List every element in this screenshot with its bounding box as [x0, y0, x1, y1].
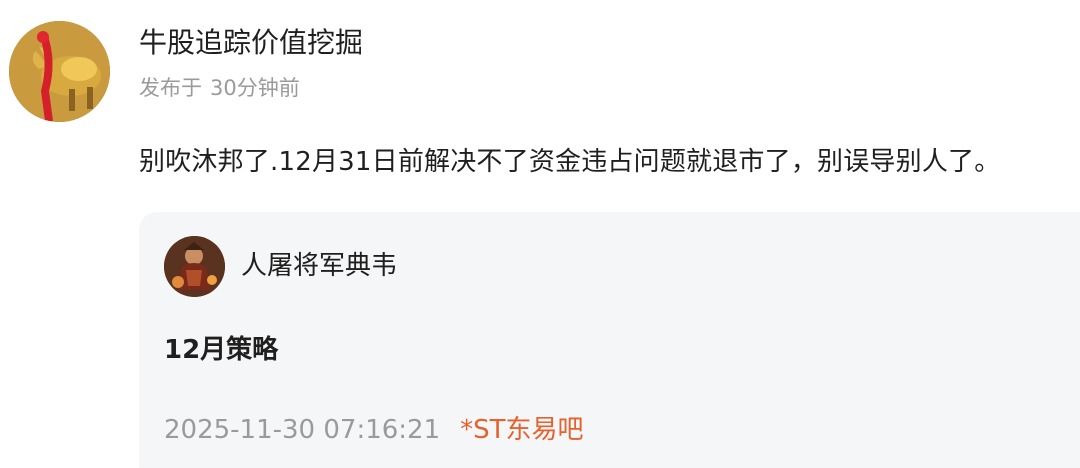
warrior-avatar-icon — [164, 236, 225, 297]
quoted-post-card[interactable]: 人屠将军典韦 12月策略 2025-11-30 07:16:21 *ST东易吧 — [139, 212, 1080, 468]
author-avatar[interactable] — [9, 21, 110, 122]
quoted-author-name[interactable]: 人屠将军典韦 — [241, 248, 397, 284]
golden-bull-avatar-icon — [9, 21, 110, 122]
author-name[interactable]: 牛股追踪价值挖掘 — [139, 24, 363, 62]
quoted-author-avatar[interactable] — [164, 236, 225, 297]
quoted-post-datetime: 2025-11-30 07:16:21 — [164, 415, 441, 445]
published-prefix: 发布于 — [139, 76, 202, 100]
forum-link[interactable]: *ST东易吧 — [460, 415, 583, 445]
published-time: 30分钟前 — [210, 76, 300, 100]
post-meta: 发布于 30分钟前 — [139, 72, 300, 104]
quoted-post-footer: 2025-11-30 07:16:21 *ST东易吧 — [164, 412, 584, 448]
post-view: 牛股追踪价值挖掘 发布于 30分钟前 别吹沐邦了.12月31日前解决不了资金违占问… — [0, 0, 1080, 468]
post-body-text: 别吹沐邦了.12月31日前解决不了资金违占问题就退市了，别误导别人了。 — [139, 147, 1001, 177]
quoted-post-title[interactable]: 12月策略 — [164, 332, 278, 368]
